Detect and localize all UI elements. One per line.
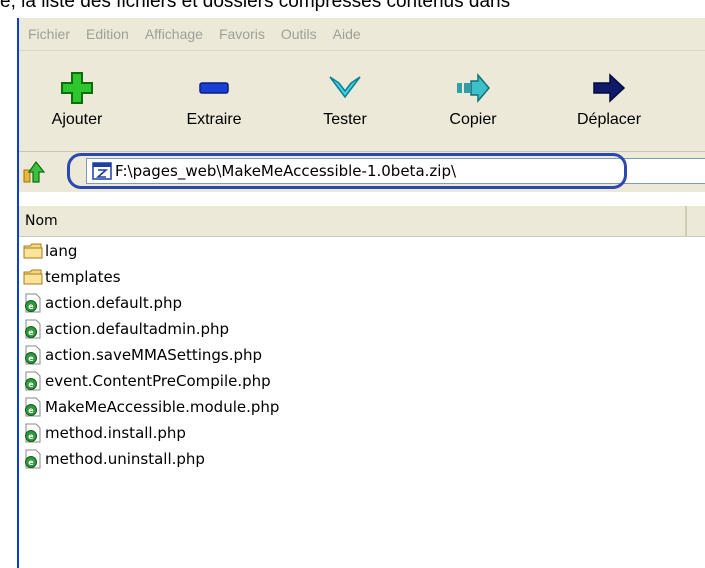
archive-window: Fichier Edition Affichage Favoris Outils…	[17, 18, 705, 568]
list-item[interactable]: e action.defaultadmin.php	[19, 316, 705, 342]
test-icon	[329, 76, 361, 99]
extract-button[interactable]: Extraire	[174, 51, 254, 151]
highlight-outline	[67, 153, 627, 189]
move-icon	[593, 73, 626, 103]
list-item[interactable]: e method.install.php	[19, 420, 705, 446]
extract-label: Extraire	[186, 111, 242, 128]
svg-text:e: e	[28, 302, 34, 311]
list-item[interactable]: e action.saveMMASettings.php	[19, 342, 705, 368]
svg-text:e: e	[28, 406, 34, 415]
php-file-icon: e	[25, 397, 41, 417]
move-label: Déplacer	[576, 111, 642, 128]
file-list: lang templates e action.default.php e ac	[19, 238, 705, 472]
column-header-name[interactable]: Nom	[19, 206, 687, 236]
list-item[interactable]: e method.uninstall.php	[19, 446, 705, 472]
php-file-icon: e	[25, 345, 41, 365]
copy-icon	[457, 72, 490, 104]
menu-edition[interactable]: Edition	[79, 26, 136, 42]
move-button[interactable]: Déplacer	[564, 51, 654, 151]
php-file-icon: e	[25, 423, 41, 443]
list-item-name: method.uninstall.php	[45, 450, 205, 468]
svg-text:e: e	[28, 380, 34, 389]
list-item-name: lang	[45, 242, 78, 260]
list-item-name: MakeMeAccessible.module.php	[45, 398, 280, 416]
list-item-name: method.install.php	[45, 424, 186, 442]
folder-icon	[23, 269, 43, 285]
menu-bar: Fichier Edition Affichage Favoris Outils…	[19, 18, 705, 51]
menu-affichage[interactable]: Affichage	[138, 26, 210, 42]
menu-fichier[interactable]: Fichier	[21, 26, 77, 42]
folder-icon	[23, 243, 43, 259]
list-item-name: action.defaultadmin.php	[45, 320, 230, 338]
extract-icon	[199, 82, 229, 94]
add-icon	[61, 72, 93, 104]
list-item[interactable]: e event.ContentPreCompile.php	[19, 368, 705, 394]
menu-favoris[interactable]: Favoris	[212, 26, 272, 42]
list-item[interactable]: e MakeMeAccessible.module.php	[19, 394, 705, 420]
menu-aide[interactable]: Aide	[326, 26, 368, 42]
list-item-name: action.saveMMASettings.php	[45, 346, 263, 364]
list-header: Nom	[19, 206, 705, 237]
add-button[interactable]: Ajouter	[37, 51, 117, 151]
list-item-name: templates	[45, 268, 121, 286]
copy-label: Copier	[449, 111, 497, 128]
svg-text:e: e	[28, 328, 34, 337]
list-item[interactable]: lang	[19, 238, 705, 264]
list-item[interactable]: templates	[19, 264, 705, 290]
add-label: Ajouter	[51, 111, 103, 128]
php-file-icon: e	[25, 319, 41, 339]
list-item[interactable]: e action.default.php	[19, 290, 705, 316]
address-bar: F:\pages_web\MakeMeAccessible-1.0beta.zi…	[19, 152, 705, 192]
php-file-icon: e	[25, 371, 41, 391]
svg-text:e: e	[28, 432, 34, 441]
list-item-name: action.default.php	[45, 294, 183, 312]
test-label: Tester	[323, 111, 367, 128]
page-caption: e, la liste des fichiers et dossiers com…	[0, 0, 511, 12]
list-item-name: event.ContentPreCompile.php	[45, 372, 271, 390]
svg-text:e: e	[28, 354, 34, 363]
toolbar: Ajouter Extraire Tester Copier Déplacer	[19, 51, 705, 152]
up-folder-icon[interactable]	[21, 158, 47, 186]
test-button[interactable]: Tester	[305, 51, 385, 151]
menu-outils[interactable]: Outils	[274, 26, 324, 42]
php-file-icon: e	[25, 293, 41, 313]
copy-button[interactable]: Copier	[433, 51, 513, 151]
php-file-icon: e	[25, 449, 41, 469]
svg-text:e: e	[28, 458, 34, 467]
